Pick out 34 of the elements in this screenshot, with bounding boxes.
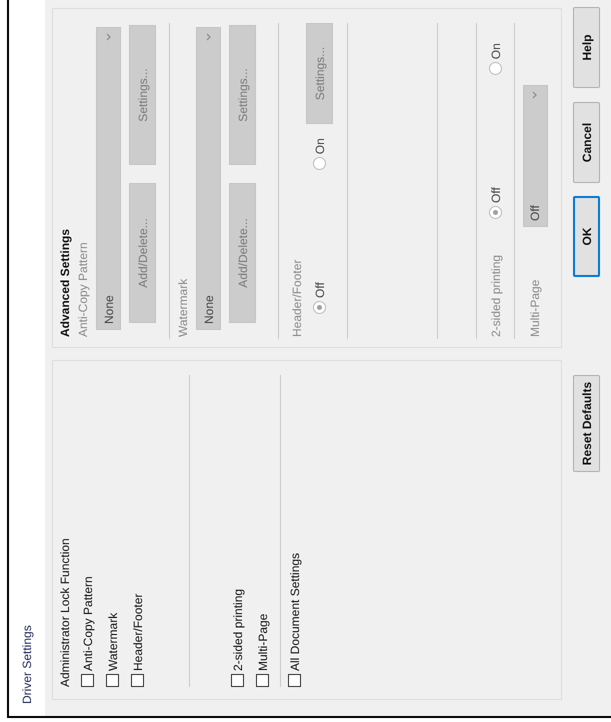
dialog-button[interactable]: OK bbox=[573, 196, 600, 277]
checkbox-label: All Document Settings bbox=[286, 552, 302, 671]
radio-label: Off bbox=[488, 187, 504, 203]
checkbox-label: Header/Footer bbox=[130, 594, 146, 671]
checkbox[interactable] bbox=[131, 674, 144, 687]
dropdown-value: None bbox=[100, 295, 116, 324]
radio-label: On bbox=[488, 43, 504, 60]
radio-label: On bbox=[312, 138, 328, 154]
dialog-button[interactable]: Reset Defaults bbox=[573, 375, 600, 472]
field-label: Header/Footer bbox=[289, 258, 305, 339]
chevron-down-icon bbox=[206, 33, 212, 41]
checkbox[interactable] bbox=[288, 674, 301, 687]
checkbox[interactable] bbox=[231, 674, 244, 687]
field-label: 2-sided printing bbox=[488, 254, 504, 339]
field-label: Watermark bbox=[175, 278, 191, 339]
checkbox-label: 2-sided printing bbox=[230, 588, 246, 671]
checkbox-label: Multi-Page bbox=[254, 614, 270, 671]
radio-label: Off bbox=[312, 282, 328, 298]
chevron-down-icon bbox=[532, 91, 538, 99]
checkbox[interactable] bbox=[256, 674, 269, 687]
dropdown-value: Off bbox=[527, 205, 543, 221]
checkbox-label: Watermark bbox=[104, 612, 120, 671]
chevron-down-icon bbox=[106, 33, 112, 41]
window-title: Driver Settings bbox=[19, 625, 35, 704]
field-label: Anti-Copy Pattern bbox=[75, 241, 91, 339]
dropdown-value: None bbox=[200, 295, 216, 324]
dialog-button[interactable]: Cancel bbox=[573, 102, 600, 183]
checkbox[interactable] bbox=[81, 674, 94, 687]
panel-title: Administrator Lock Function bbox=[57, 537, 73, 687]
checkbox[interactable] bbox=[106, 674, 119, 687]
field-label: Multi-Page bbox=[527, 278, 543, 339]
checkbox-label: Anti-Copy Pattern bbox=[80, 576, 96, 671]
dialog-button[interactable]: Help bbox=[573, 7, 600, 88]
panel-title: Advanced Settings bbox=[57, 228, 73, 339]
